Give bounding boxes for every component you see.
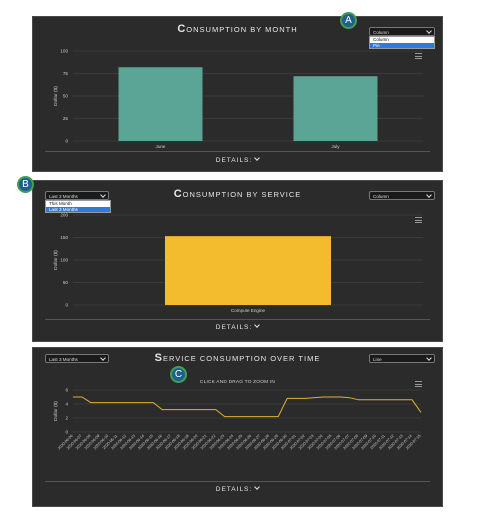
y-tick-label: 4 <box>65 402 68 407</box>
bar <box>293 76 378 141</box>
y-tick-label: 100 <box>60 258 68 263</box>
x-tick-label: June <box>156 144 166 149</box>
details-toggle[interactable]: DETAILS: <box>33 484 442 493</box>
y-axis-label: Dollar ($) <box>53 86 59 106</box>
y-tick-label: 2 <box>65 416 68 421</box>
consumption-by-service-panel: CONSUMPTION BY SERVICE Last 3 Months Thi… <box>32 180 443 342</box>
divider <box>45 151 430 152</box>
chevron-down-icon <box>254 155 261 161</box>
chevron-down-icon <box>254 322 261 328</box>
y-tick-label: 75 <box>63 71 69 76</box>
details-toggle[interactable]: DETAILS: <box>33 322 442 331</box>
service-over-time-panel: SERVICE CONSUMPTION OVER TIME Last 3 Mon… <box>32 347 443 507</box>
bar <box>118 67 203 141</box>
callout-b: B <box>17 176 34 193</box>
x-tick-label: Compute Engine <box>231 308 266 313</box>
y-tick-label: 200 <box>60 213 68 218</box>
y-axis-label: Dollar ($) <box>53 250 59 270</box>
details-toggle[interactable]: DETAILS: <box>33 155 442 164</box>
divider <box>45 481 430 482</box>
y-tick-label: 150 <box>60 235 68 240</box>
divider <box>45 319 430 320</box>
chevron-down-icon <box>254 484 261 490</box>
y-tick-label: 50 <box>63 94 69 99</box>
y-tick-label: 50 <box>63 280 69 285</box>
date-range-dropdown: This Month Last 3 Months <box>45 200 111 213</box>
series-line <box>73 396 422 418</box>
y-tick-label: 0 <box>65 303 68 308</box>
chart-type-option-pie[interactable]: Pie <box>370 42 434 48</box>
service-over-time-chart[interactable]: 0246Dollar ($)2020-06-062020-06-072020-0… <box>33 348 444 488</box>
chart-type-dropdown: Column Pie <box>369 36 435 49</box>
y-tick-label: 0 <box>65 139 68 144</box>
consumption-by-month-panel: CONSUMPTION BY MONTH Column Column Pie 0… <box>32 16 443 172</box>
y-tick-label: 100 <box>60 49 68 54</box>
y-tick-label: 0 <box>65 430 68 435</box>
callout-c: C <box>170 366 187 383</box>
x-tick-label: July <box>331 144 340 149</box>
y-tick-label: 25 <box>63 116 69 121</box>
callout-a: A <box>340 12 357 29</box>
y-tick-label: 6 <box>65 388 68 393</box>
bar <box>165 236 331 305</box>
range-option-last-3-months[interactable]: Last 3 Months <box>46 206 110 212</box>
y-axis-label: Dollar ($) <box>53 401 59 421</box>
